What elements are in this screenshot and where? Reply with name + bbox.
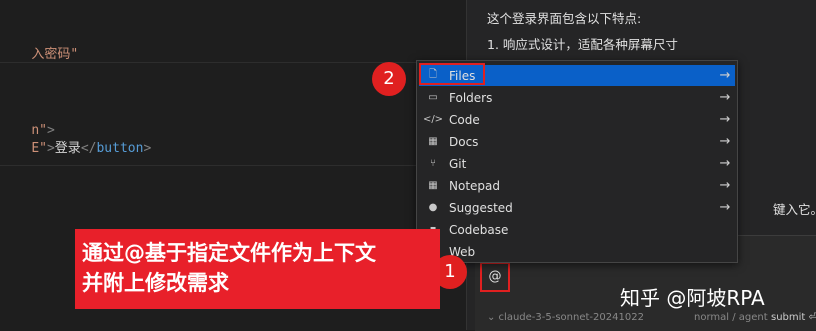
arrow-right-icon: → (719, 178, 731, 193)
menu-item-label: Suggested (449, 200, 513, 215)
menu-item-web[interactable]: Web (419, 241, 735, 262)
arrow-right-icon: → (719, 200, 731, 215)
code-tagname: button (96, 141, 144, 156)
notepad-icon: ▦ (428, 180, 438, 191)
code-tag: > (143, 141, 152, 156)
docs-icon: ▦ (428, 136, 438, 147)
menu-item-label: Web (449, 244, 476, 259)
arrow-right-icon: → (719, 112, 731, 127)
code-line-3: E">登录</button> (0, 122, 151, 156)
arrow-right-icon: → (719, 156, 731, 171)
model-selector[interactable]: ⌄ claude-3-5-sonnet-20241022 (487, 312, 644, 323)
code-icon: </> (422, 114, 444, 125)
chat-point-1: 1. 响应式设计，适配各种屏幕尺寸 (487, 37, 678, 52)
at-mention-input[interactable]: @ (480, 262, 510, 292)
menu-item-codebase[interactable]: ▪Codebase (419, 219, 735, 240)
instruction-callout: 通过@基于指定文件作为上下文 并附上修改需求 (75, 229, 440, 309)
code-text: 登录 (54, 141, 81, 156)
chat-heading: 这个登录界面包含以下特点: (487, 11, 642, 26)
menu-item-label: Docs (449, 134, 479, 149)
menu-item-git[interactable]: ⑂ Git → (419, 153, 735, 174)
callout-line-2: 并附上修改需求 (82, 271, 229, 295)
menu-item-label: Files (449, 68, 476, 83)
callout-line-1: 通过@基于指定文件作为上下文 (82, 241, 376, 265)
code-line-1: 入密码" (0, 28, 78, 62)
menu-item-notepad[interactable]: ▦ Notepad → (419, 175, 735, 196)
code-tag: </ (80, 141, 97, 156)
menu-item-label: Code (449, 112, 480, 127)
folder-icon: ▭ (428, 92, 438, 103)
menu-item-label: Codebase (449, 222, 509, 237)
step-2-marker: 2 (372, 62, 406, 96)
git-icon: ⑂ (430, 158, 436, 169)
context-mention-menu: 🗋 Files → ▭ Folders → </> Code → ▦ Docs → ⑂ Git → ▦ Note… (416, 60, 738, 263)
code-string: E" (31, 141, 47, 156)
code-line-2: n"> (0, 104, 54, 138)
menu-item-suggested[interactable]: ● Suggested → (419, 197, 735, 218)
submit-button[interactable]: submit ⏎ (771, 312, 816, 323)
arrow-right-icon: → (719, 134, 731, 149)
arrow-right-icon: → (719, 68, 731, 83)
mode-selector[interactable]: normal / agent (694, 312, 768, 323)
menu-item-label: Notepad (449, 178, 500, 193)
menu-item-docs[interactable]: ▦ Docs → (419, 131, 735, 152)
files-highlight-box (419, 63, 485, 85)
arrow-right-icon: → (719, 90, 731, 105)
menu-item-code[interactable]: </> Code → (419, 109, 735, 130)
code-string: 入密码" (31, 47, 79, 62)
menu-item-label: Folders (449, 90, 493, 105)
watermark: 知乎 @阿坡RPA (620, 286, 765, 310)
editor-divider (0, 165, 466, 166)
menu-item-folders[interactable]: ▭ Folders → (419, 87, 735, 108)
bulb-icon: ● (428, 202, 438, 213)
chat-partial-text: 键入它。例 (773, 202, 816, 217)
code-tag: > (46, 141, 55, 156)
menu-item-label: Git (449, 156, 467, 171)
